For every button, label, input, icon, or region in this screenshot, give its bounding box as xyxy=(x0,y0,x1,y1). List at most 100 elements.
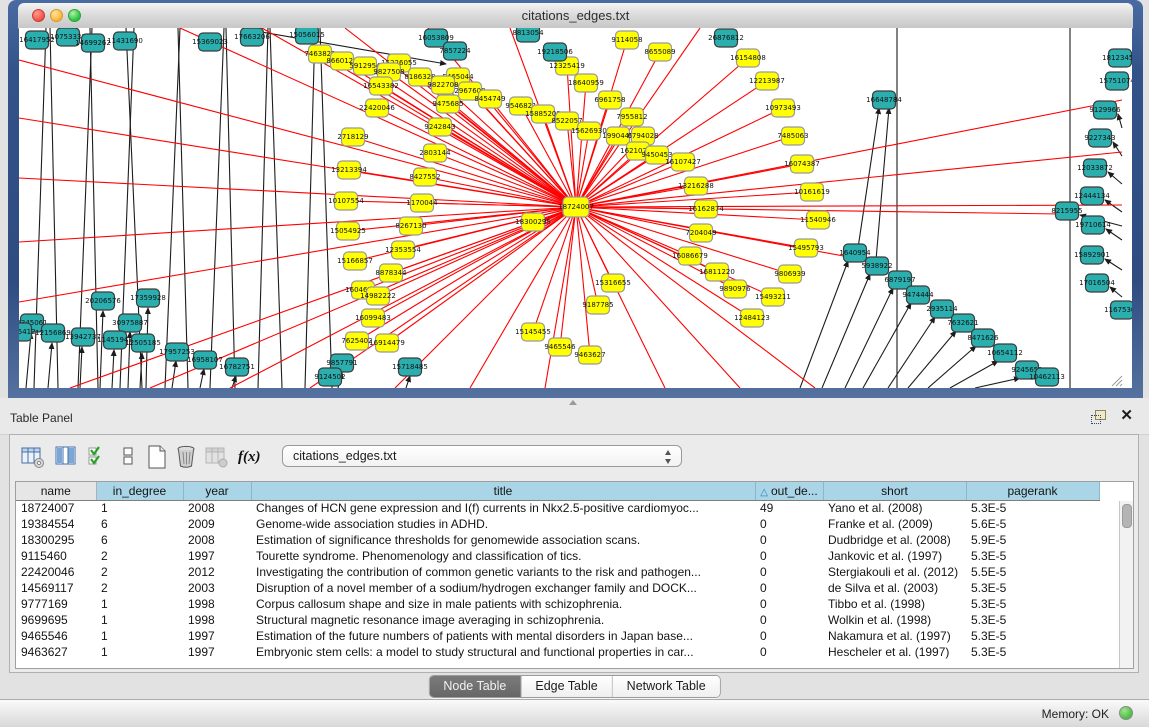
graph-node-selected[interactable]: 9806939 xyxy=(774,265,805,283)
table-cell-out_degree[interactable]: 49 xyxy=(755,500,823,516)
graph-edge[interactable] xyxy=(305,28,315,388)
table-selector-dropdown[interactable]: citations_edges.txt xyxy=(282,445,682,467)
table-cell-name[interactable]: 9465546 xyxy=(16,628,96,644)
column-header-name[interactable]: name xyxy=(16,482,96,500)
table-cell-out_degree[interactable]: 0 xyxy=(755,532,823,548)
graph-node-selected[interactable]: 18640959 xyxy=(568,74,604,92)
graph-node-selected[interactable]: 15054925 xyxy=(330,222,366,240)
graph-node-selected[interactable]: 9475685 xyxy=(432,95,463,113)
graph-edge[interactable] xyxy=(1106,229,1122,240)
selected-graph-edge[interactable] xyxy=(19,178,576,207)
table-cell-year[interactable]: 1997 xyxy=(183,548,251,564)
table-cell-short[interactable]: Tibbo et al. (1998) xyxy=(823,596,966,612)
table-vertical-scrollbar[interactable] xyxy=(1119,501,1133,668)
graph-node[interactable]: 8215955 xyxy=(1051,202,1082,220)
graph-node[interactable]: 17016504 xyxy=(1079,274,1115,292)
table-cell-pagerank[interactable]: 5.6E-5 xyxy=(966,516,1099,532)
show-column-icon[interactable] xyxy=(54,444,80,470)
table-cell-name[interactable]: 19384554 xyxy=(16,516,96,532)
table-row[interactable]: 969969511998Structural magnetic resonanc… xyxy=(16,612,1099,628)
graph-edge[interactable] xyxy=(888,317,935,388)
graph-node-selected[interactable]: 16086679 xyxy=(672,247,708,265)
graph-node-selected[interactable]: 7204049 xyxy=(685,224,716,242)
graph-edge[interactable] xyxy=(845,288,893,388)
graph-edge[interactable] xyxy=(320,28,332,388)
selected-graph-edge[interactable] xyxy=(353,137,576,207)
graph-node[interactable]: 8471626 xyxy=(967,329,999,347)
graph-node[interactable]: 15751074 xyxy=(1099,72,1132,90)
graph-edge[interactable] xyxy=(80,347,82,388)
table-cell-short[interactable]: Franke et al. (2009) xyxy=(823,516,966,532)
graph-edge[interactable] xyxy=(876,108,889,260)
column-header-pagerank[interactable]: pagerank xyxy=(966,482,1099,500)
new-document-icon[interactable] xyxy=(144,444,170,470)
table-cell-short[interactable]: Nakamura et al. (1997) xyxy=(823,628,966,644)
memory-ok-indicator[interactable] xyxy=(1119,706,1133,720)
table-cell-name[interactable]: 18724007 xyxy=(16,500,96,516)
selected-graph-edge[interactable] xyxy=(576,205,1122,207)
column-header-year[interactable]: year xyxy=(183,482,251,500)
tab-node-table[interactable]: Node Table xyxy=(429,676,521,697)
selected-graph-edge[interactable] xyxy=(19,60,576,207)
graph-edge[interactable] xyxy=(1108,172,1122,184)
graph-node-selected[interactable]: 12484123 xyxy=(734,309,770,327)
table-cell-in_degree[interactable]: 6 xyxy=(96,516,183,532)
table-row[interactable]: 946362711997Embryonic stem cells: a mode… xyxy=(16,644,1099,660)
selected-graph-edge[interactable] xyxy=(440,127,576,207)
table-settings-icon[interactable] xyxy=(20,444,46,470)
graph-node-selected[interactable]: 15166857 xyxy=(337,252,373,270)
table-cell-short[interactable]: de Silva et al. (2003) xyxy=(823,580,966,596)
table-cell-out_degree[interactable]: 0 xyxy=(755,628,823,644)
table-cell-short[interactable]: Dudbridge et al. (2008) xyxy=(823,532,966,548)
graph-edge[interactable] xyxy=(975,378,1020,388)
splitter-handle[interactable] xyxy=(569,400,577,405)
table-cell-in_degree[interactable]: 2 xyxy=(96,580,183,596)
table-cell-pagerank[interactable]: 5.3E-5 xyxy=(966,596,1099,612)
row-height-icon[interactable] xyxy=(116,444,142,470)
graph-edge[interactable] xyxy=(48,343,52,388)
graph-edge[interactable] xyxy=(112,350,114,388)
table-cell-out_degree[interactable]: 0 xyxy=(755,644,823,660)
graph-node[interactable]: 18123456 xyxy=(1102,49,1132,67)
graph-node-selected[interactable]: 18724007 xyxy=(558,197,594,217)
table-cell-pagerank[interactable]: 5.3E-5 xyxy=(966,612,1099,628)
selected-graph-edge[interactable] xyxy=(19,207,576,302)
table-row[interactable]: 977716911998Corpus callosum shape and si… xyxy=(16,596,1099,612)
graph-node-selected[interactable]: 13213394 xyxy=(331,161,367,179)
table-cell-title[interactable]: Changes of HCN gene expression and I(f) … xyxy=(251,500,755,516)
graph-node-selected[interactable]: 8454749 xyxy=(474,90,505,108)
graph-edge[interactable] xyxy=(172,361,176,388)
close-panel-icon[interactable]: ✕ xyxy=(1120,407,1133,425)
graph-node[interactable]: 15892901 xyxy=(1074,246,1110,264)
graph-node[interactable]: 5938922 xyxy=(861,257,892,275)
graph-edge[interactable] xyxy=(178,28,188,388)
graph-node-selected[interactable]: 16914479 xyxy=(369,334,405,352)
graph-node-selected[interactable]: 12213987 xyxy=(749,72,785,90)
table-cell-pagerank[interactable]: 5.9E-5 xyxy=(966,532,1099,548)
graph-node-selected[interactable]: 2803144 xyxy=(419,144,451,162)
selected-graph-edge[interactable] xyxy=(576,207,590,355)
column-header-short[interactable]: short xyxy=(823,482,966,500)
graph-edge[interactable] xyxy=(1105,259,1122,270)
graph-edge[interactable] xyxy=(226,28,235,388)
table-cell-title[interactable]: Structural magnetic resonance image aver… xyxy=(251,612,755,628)
table-cell-pagerank[interactable]: 5.3E-5 xyxy=(966,580,1099,596)
table-cell-title[interactable]: Estimation of significance thresholds fo… xyxy=(251,532,755,548)
graph-node-selected[interactable]: 7955812 xyxy=(616,108,647,126)
column-header-out_degree[interactable]: △out_de... xyxy=(755,482,823,500)
table-cell-name[interactable]: 9115460 xyxy=(16,548,96,564)
table-cell-out_degree[interactable]: 0 xyxy=(755,564,823,580)
table-cell-out_degree[interactable]: 0 xyxy=(755,516,823,532)
graph-node[interactable]: 12033872 xyxy=(1077,159,1113,177)
table-cell-name[interactable]: 14569117 xyxy=(16,580,96,596)
table-cell-year[interactable]: 1997 xyxy=(183,644,251,660)
table-cell-pagerank[interactable]: 5.3E-5 xyxy=(966,644,1099,660)
table-cell-title[interactable]: Tourette syndrome. Phenomenology and cla… xyxy=(251,548,755,564)
graph-node[interactable]: 8813054 xyxy=(512,28,544,42)
table-cell-year[interactable]: 2008 xyxy=(183,500,251,516)
graph-edge[interactable] xyxy=(822,274,870,388)
table-cell-pagerank[interactable]: 5.3E-5 xyxy=(966,500,1099,516)
table-cell-in_degree[interactable]: 1 xyxy=(96,596,183,612)
trash-icon[interactable] xyxy=(174,444,200,470)
graph-edge[interactable] xyxy=(928,346,976,388)
